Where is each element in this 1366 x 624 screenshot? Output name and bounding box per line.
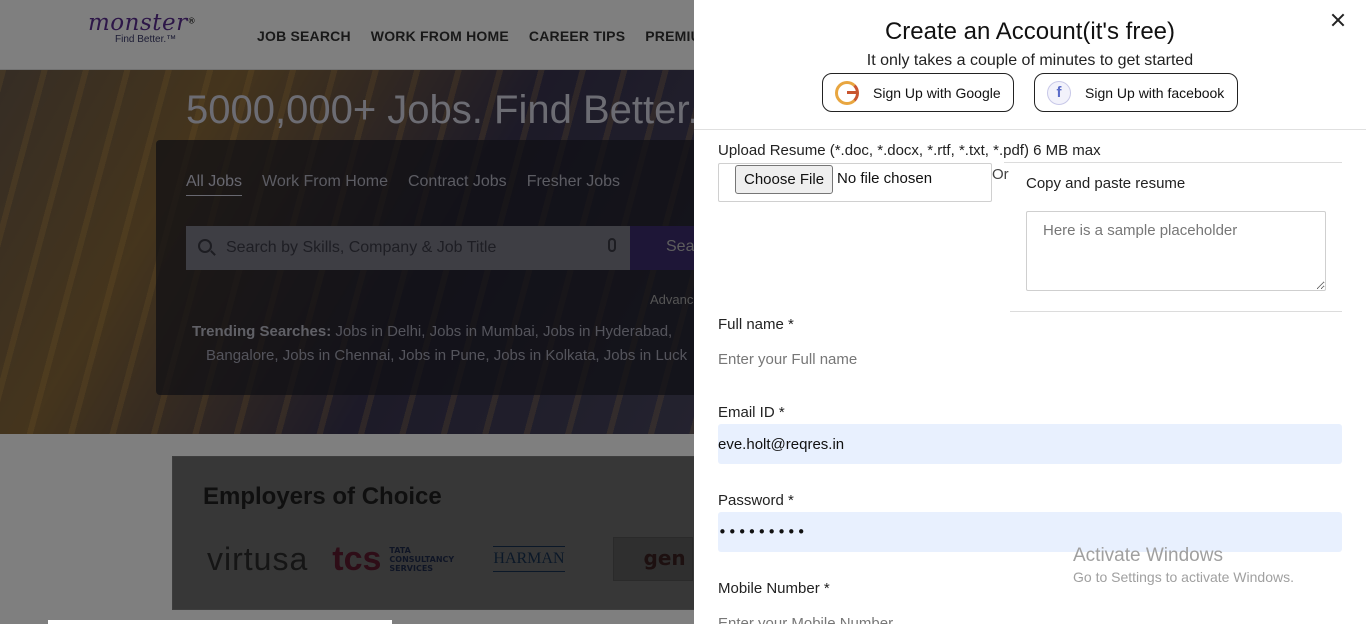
upload-resume-label: Upload Resume (*.doc, *.docx, *.rtf, *.t…: [718, 142, 1101, 159]
email-input[interactable]: [718, 424, 1342, 464]
signup-drawer: Create an Account(it's free) It only tak…: [694, 0, 1366, 624]
fullname-label: Full name *: [718, 316, 794, 333]
facebook-signup-label: Sign Up with facebook: [1085, 84, 1225, 101]
file-status: No file chosen: [837, 170, 933, 187]
password-input[interactable]: [718, 512, 1342, 552]
facebook-icon: f: [1047, 80, 1071, 105]
divider: [1004, 162, 1342, 163]
mobile-input[interactable]: [718, 603, 1342, 624]
paste-resume-textarea[interactable]: [1026, 211, 1326, 291]
email-label: Email ID *: [718, 404, 785, 421]
facebook-signup-button[interactable]: f Sign Up with facebook: [1034, 73, 1238, 112]
password-label: Password *: [718, 492, 794, 509]
divider: [1010, 311, 1342, 312]
signup-header: Create an Account(it's free) It only tak…: [694, 0, 1366, 130]
or-separator: Or: [992, 166, 1009, 183]
fullname-input[interactable]: [718, 339, 1342, 379]
choose-file-button[interactable]: Choose File: [735, 165, 834, 194]
resume-file-input[interactable]: Choose File No file chosen: [718, 163, 992, 202]
google-signup-label: Sign Up with Google: [873, 84, 1001, 101]
mobile-label: Mobile Number *: [718, 580, 830, 597]
signup-subtitle: It only takes a couple of minutes to get…: [866, 52, 1194, 69]
paste-resume-label: Copy and paste resume: [1026, 175, 1186, 192]
signup-title: Create an Account(it's free): [884, 18, 1176, 45]
google-icon: [835, 80, 859, 105]
signup-form: Upload Resume (*.doc, *.docx, *.rtf, *.t…: [694, 131, 1366, 624]
scroll-indicator: [48, 620, 392, 624]
google-signup-button[interactable]: Sign Up with Google: [822, 73, 1014, 112]
